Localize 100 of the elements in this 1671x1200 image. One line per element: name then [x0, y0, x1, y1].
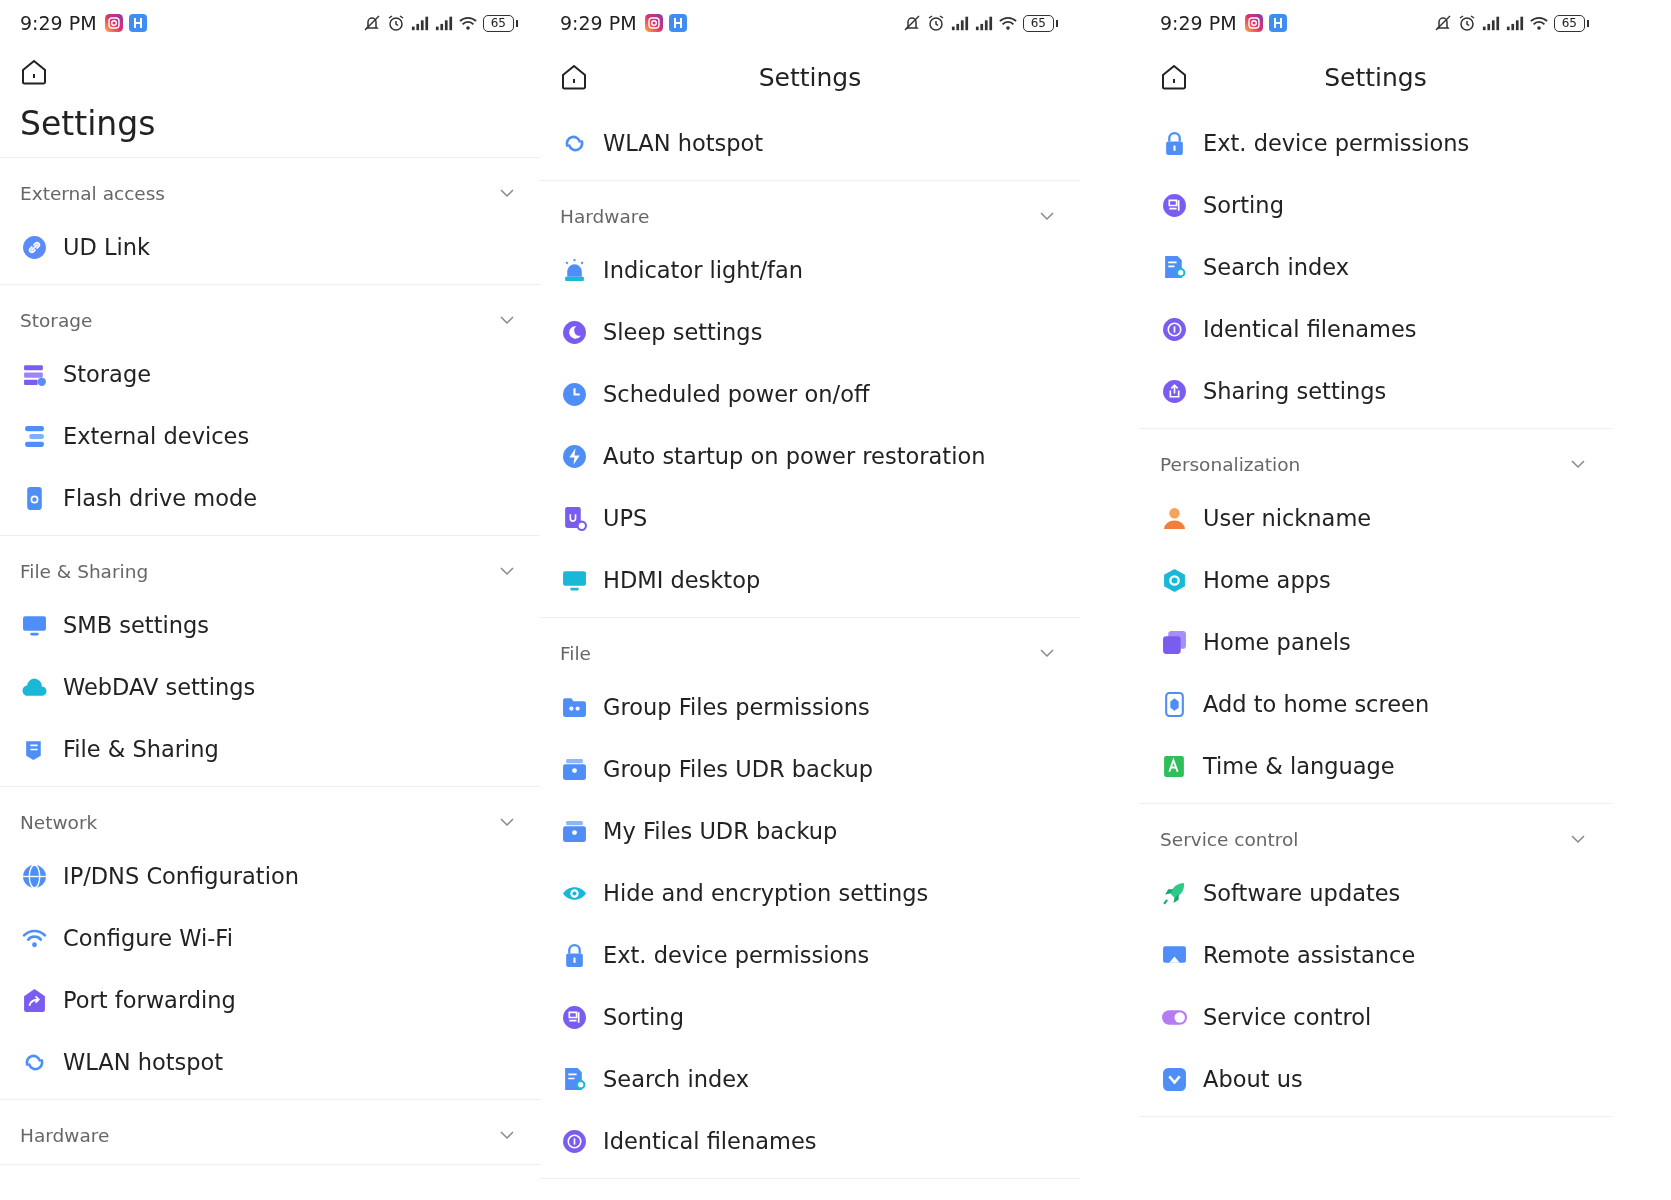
stack-icon — [22, 423, 47, 449]
signal-icon — [1505, 14, 1524, 32]
settings-item[interactable]: Remote assistance — [1160, 924, 1611, 986]
settings-item[interactable]: Port forwarding — [20, 969, 540, 1031]
rocket-icon — [1162, 880, 1187, 906]
settings-item[interactable]: UD Link — [20, 216, 540, 278]
phone-icon — [1162, 691, 1187, 717]
signal-icon — [410, 14, 429, 32]
settings-item[interactable]: SMB settings — [20, 594, 540, 656]
page-title: Settings — [758, 62, 862, 92]
settings-item[interactable]: Add to home screen — [1160, 673, 1611, 735]
folder-icon — [562, 756, 587, 782]
camera-app-icon[interactable] — [1244, 14, 1263, 32]
settings-item[interactable]: WLAN hotspot — [20, 1031, 540, 1093]
settings-item[interactable]: Service control — [1160, 986, 1611, 1048]
app-icon[interactable] — [1268, 14, 1287, 32]
settings-item[interactable]: Identical filenames — [560, 1110, 1080, 1172]
beacon-icon — [562, 257, 587, 283]
page-title: Settings — [20, 104, 157, 143]
section-header[interactable]: Hardware — [560, 193, 1080, 239]
link-icon — [22, 234, 47, 260]
folder-icon — [562, 818, 587, 844]
settings-item[interactable]: WebDAV settings — [20, 656, 540, 718]
app-icon[interactable] — [668, 14, 687, 32]
section-header[interactable]: Network — [20, 799, 540, 845]
hexagon-icon — [1162, 567, 1187, 593]
lightning-icon — [562, 443, 587, 469]
section-header[interactable]: File — [560, 630, 1080, 676]
settings-item[interactable]: Time & language — [1160, 735, 1611, 797]
signal-icon — [434, 14, 453, 32]
mute-icon — [362, 14, 381, 32]
wifi-icon — [998, 14, 1017, 32]
moon-icon — [562, 319, 587, 345]
settings-item[interactable]: Sorting — [1160, 174, 1611, 236]
settings-item[interactable]: Software updates — [1160, 862, 1611, 924]
alarm-icon — [926, 14, 945, 32]
clock-icon — [562, 381, 587, 407]
settings-item[interactable]: Hide and encryption settings — [560, 862, 1080, 924]
mute-icon — [902, 14, 921, 32]
signal-icon — [1481, 14, 1500, 32]
settings-item[interactable]: Group Files UDR backup — [560, 738, 1080, 800]
signal-icon — [950, 14, 969, 32]
settings-item[interactable]: HDMI desktop — [560, 549, 1080, 611]
status-time: 9:29 PM — [1160, 12, 1237, 34]
settings-item[interactable]: WLAN hotspot — [560, 112, 1080, 174]
globe-icon — [22, 863, 47, 889]
settings-item[interactable]: IP/DNS Configuration — [20, 845, 540, 907]
settings-item[interactable]: File & Sharing — [20, 718, 540, 780]
wifi-icon — [1529, 14, 1548, 32]
mute-icon — [1433, 14, 1452, 32]
settings-item[interactable]: Sorting — [560, 986, 1080, 1048]
settings-item[interactable]: Sharing settings — [1160, 360, 1611, 422]
settings-item[interactable]: User nickname — [1160, 487, 1611, 549]
upload-icon — [1162, 378, 1187, 404]
home-icon[interactable] — [560, 63, 588, 91]
settings-item[interactable]: Group Files permissions — [560, 676, 1080, 738]
section-header[interactable]: Storage — [20, 297, 540, 343]
search-document-icon — [562, 1066, 587, 1092]
settings-item[interactable]: Ext. device permissions — [1160, 112, 1611, 174]
settings-item[interactable]: Storage — [20, 343, 540, 405]
settings-item[interactable]: Search index — [1160, 236, 1611, 298]
person-icon — [1162, 505, 1187, 531]
settings-item[interactable]: About us — [1160, 1048, 1611, 1110]
settings-item[interactable]: Sleep settings — [560, 301, 1080, 363]
camera-app-icon[interactable] — [644, 14, 663, 32]
section-header[interactable]: Service control — [1160, 816, 1611, 862]
settings-item[interactable]: Home apps — [1160, 549, 1611, 611]
settings-item[interactable]: Configure Wi-Fi — [20, 907, 540, 969]
settings-item[interactable]: Ext. device permissions — [560, 924, 1080, 986]
status-time: 9:29 PM — [20, 12, 97, 34]
settings-item[interactable]: Auto startup on power restoration — [560, 425, 1080, 487]
page-title: Settings — [1324, 62, 1427, 92]
app-icon[interactable] — [128, 14, 147, 32]
squares-icon — [1162, 629, 1187, 655]
settings-item[interactable]: Search index — [560, 1048, 1080, 1110]
settings-item[interactable]: Indicator light/fan — [560, 239, 1080, 301]
section-header[interactable]: Hardware — [20, 1112, 540, 1158]
settings-item[interactable]: UPS — [560, 487, 1080, 549]
list-icon — [1162, 192, 1187, 218]
home-icon[interactable] — [1160, 63, 1188, 91]
status-time: 9:29 PM — [560, 12, 637, 34]
settings-item[interactable]: External devices — [20, 405, 540, 467]
alarm-icon — [386, 14, 405, 32]
settings-item[interactable]: Scheduled power on/off — [560, 363, 1080, 425]
app-icon — [1162, 1066, 1187, 1092]
wifi-icon — [458, 14, 477, 32]
signal-icon — [974, 14, 993, 32]
section-header[interactable]: External access — [20, 170, 540, 216]
alarm-icon — [1457, 14, 1476, 32]
section-header[interactable]: Personalization — [1160, 441, 1611, 487]
settings-item[interactable]: Home panels — [1160, 611, 1611, 673]
settings-item[interactable]: My Files UDR backup — [560, 800, 1080, 862]
settings-item[interactable]: Flash drive mode — [20, 467, 540, 529]
home-icon[interactable] — [20, 58, 48, 86]
settings-item[interactable]: Identical filenames — [1160, 298, 1611, 360]
share-icon — [22, 987, 47, 1013]
list-icon — [562, 1004, 587, 1030]
search-document-icon — [1162, 254, 1187, 280]
camera-app-icon[interactable] — [104, 14, 123, 32]
section-header[interactable]: File & Sharing — [20, 548, 540, 594]
